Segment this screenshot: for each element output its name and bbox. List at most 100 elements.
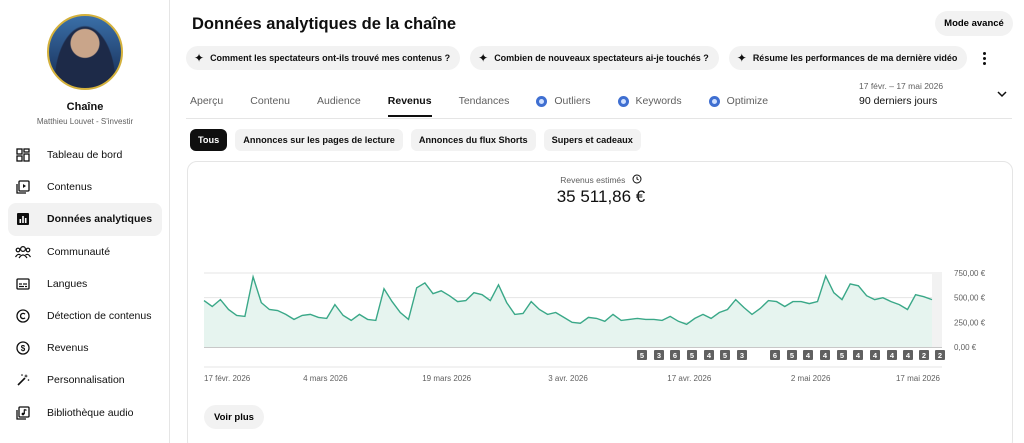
upload-marker[interactable]: 4 xyxy=(820,350,830,360)
sparkle-icon: ✦ xyxy=(478,51,489,65)
sidebar-item-label: Revenus xyxy=(47,342,89,355)
tab-label: Outliers xyxy=(554,95,591,107)
more-vert-icon[interactable] xyxy=(976,48,992,68)
upload-marker[interactable]: 3 xyxy=(654,350,664,360)
tab-label: Revenus xyxy=(387,95,432,107)
sidebar-item-label: Bibliothèque audio xyxy=(47,406,134,419)
sidebar-item-earn[interactable]: $ Revenus xyxy=(8,332,162,364)
tab-audience[interactable]: Audience xyxy=(317,95,361,117)
sidebar-item-label: Données analytiques xyxy=(47,213,153,226)
upload-marker[interactable]: 5 xyxy=(637,350,647,360)
upload-marker[interactable]: 4 xyxy=(870,350,880,360)
y-tick-label: 250,00 € xyxy=(954,318,986,327)
sidebar-item-languages[interactable]: Langues xyxy=(8,268,162,300)
sidebar-item-analytics[interactable]: Données analytiques xyxy=(8,203,162,236)
sparkle-icon: ✦ xyxy=(736,51,747,65)
page-title: Données analytiques de la chaîne xyxy=(192,15,457,33)
date-range-picker[interactable]: 17 févr. – 17 mai 2026 90 derniers jours xyxy=(859,81,943,107)
tab-content[interactable]: Contenu xyxy=(250,95,290,117)
upload-marker[interactable]: 6 xyxy=(670,350,680,360)
channel-owner-name: Matthieu Louvet - S'investir xyxy=(36,117,134,126)
x-tick-label: 19 mars 2026 xyxy=(422,374,471,383)
sidebar-item-label: Communauté xyxy=(47,245,111,258)
x-tick-label: 17 févr. 2026 xyxy=(204,374,251,383)
tab-label: Optimize xyxy=(726,95,769,107)
x-tick-label: 3 avr. 2026 xyxy=(548,374,588,383)
upload-marker[interactable]: 4 xyxy=(887,350,897,360)
y-tick-label: 0,00 € xyxy=(954,343,977,352)
tab-label: Keywords xyxy=(635,95,682,107)
filter-watch-page-ads[interactable]: Annonces sur les pages de lecture xyxy=(235,129,403,151)
upload-marker[interactable]: 6 xyxy=(770,350,780,360)
upload-marker[interactable]: 5 xyxy=(837,350,847,360)
tab-label: Aperçu xyxy=(190,95,224,107)
sidebar-item-label: Contenus xyxy=(47,181,92,194)
upload-marker[interactable]: 4 xyxy=(704,350,714,360)
channel-avatar[interactable] xyxy=(47,14,123,90)
sparkle-icon: ✦ xyxy=(194,51,205,65)
suggestion-chip[interactable]: ✦ Comment les spectateurs ont-ils trouvé… xyxy=(186,46,461,70)
sidebar-nav: Tableau de bord Contenus Données analyti… xyxy=(8,139,162,429)
suggestion-label: Résume les performances de ma dernière v… xyxy=(752,53,958,63)
suggestion-label: Comment les spectateurs ont-ils trouvé m… xyxy=(210,53,451,63)
extension-badge-icon xyxy=(617,95,629,107)
sidebar-item-audio-library[interactable]: Bibliothèque audio xyxy=(8,397,162,429)
tab-label: Contenu xyxy=(250,95,290,107)
svg-text:5: 5 xyxy=(690,351,694,360)
tab-trends[interactable]: Tendances xyxy=(459,95,510,117)
sidebar-item-dashboard[interactable]: Tableau de bord xyxy=(8,139,162,171)
incomplete-period-shade xyxy=(932,273,942,347)
svg-text:5: 5 xyxy=(723,351,727,360)
filter-supers-gifts[interactable]: Supers et cadeaux xyxy=(543,129,641,151)
sidebar-item-label: Tableau de bord xyxy=(47,149,123,162)
upload-marker[interactable]: 4 xyxy=(903,350,913,360)
audio-library-icon xyxy=(15,405,31,421)
tab-overview[interactable]: Aperçu xyxy=(190,95,223,117)
sidebar-item-community[interactable]: Communauté xyxy=(8,236,162,268)
tab-revenue[interactable]: Revenus xyxy=(387,95,432,117)
date-range-label: 90 derniers jours xyxy=(859,95,938,107)
svg-text:2: 2 xyxy=(922,351,926,360)
sidebar: Chaîne Matthieu Louvet - S'investir Tabl… xyxy=(0,0,170,443)
sidebar-item-content-detection[interactable]: Détection de contenus xyxy=(8,300,162,332)
sidebar-item-customization[interactable]: Personnalisation xyxy=(8,364,162,396)
analytics-tabs: Aperçu Contenu Audience Revenus Tendance… xyxy=(190,95,795,117)
advanced-mode-button[interactable]: Mode avancé xyxy=(935,11,1013,36)
upload-marker[interactable]: 5 xyxy=(720,350,730,360)
upload-marker[interactable]: 5 xyxy=(787,350,797,360)
sidebar-item-content[interactable]: Contenus xyxy=(8,171,162,203)
svg-text:6: 6 xyxy=(773,351,777,360)
suggestion-chip[interactable]: ✦ Résume les performances de ma dernière… xyxy=(728,46,968,70)
copyright-icon xyxy=(15,308,31,324)
suggestion-chip[interactable]: ✦ Combien de nouveaux spectateurs ai-je … xyxy=(470,46,719,70)
upload-marker[interactable]: 4 xyxy=(803,350,813,360)
revenue-chart[interactable]: 0,00 € 250,00 € 500,00 € 750,00 € 17 févr. … xyxy=(188,162,1012,394)
tab-outliers[interactable]: Outliers xyxy=(536,95,591,117)
x-tick-label: 17 avr. 2026 xyxy=(667,374,712,383)
extension-badge-icon xyxy=(536,95,548,107)
see-more-button[interactable]: Voir plus xyxy=(204,405,264,429)
tab-label: Tendances xyxy=(458,95,510,107)
extension-badge-icon xyxy=(708,95,720,107)
upload-marker[interactable]: 2 xyxy=(935,350,945,360)
x-tick-label: 4 mars 2026 xyxy=(303,374,348,383)
upload-marker[interactable]: 5 xyxy=(687,350,697,360)
upload-marker[interactable]: 2 xyxy=(919,350,929,360)
suggestion-label: Combien de nouveaux spectateurs ai-je to… xyxy=(494,53,709,63)
svg-text:3: 3 xyxy=(657,351,661,360)
filter-all[interactable]: Tous xyxy=(190,129,228,151)
upload-marker[interactable]: 3 xyxy=(737,350,747,360)
sidebar-item-label: Langues xyxy=(47,277,88,290)
upload-marker[interactable]: 4 xyxy=(853,350,863,360)
date-range-dates: 17 févr. – 17 mai 2026 xyxy=(859,81,944,91)
tab-label: Audience xyxy=(316,95,361,107)
revenue-filter-chips: Tous Annonces sur les pages de lecture A… xyxy=(190,129,641,151)
svg-text:3: 3 xyxy=(740,351,744,360)
tab-keywords[interactable]: Keywords xyxy=(617,95,682,117)
tab-optimize[interactable]: Optimize xyxy=(708,95,769,117)
chevron-down-icon[interactable] xyxy=(996,88,1008,100)
y-tick-label: 750,00 € xyxy=(954,269,986,278)
sidebar-item-label: Personnalisation xyxy=(47,374,125,387)
filter-shorts-feed-ads[interactable]: Annonces du flux Shorts xyxy=(410,129,536,151)
svg-text:5: 5 xyxy=(790,351,794,360)
